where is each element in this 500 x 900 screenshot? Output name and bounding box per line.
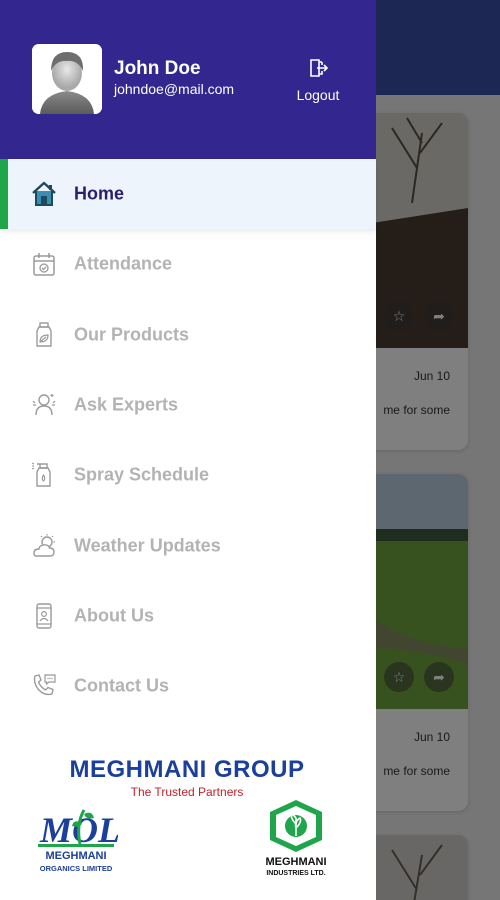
meghmani-industries-logo: MEGHMANI INDUSTRIES LTD. (262, 798, 330, 884)
menu-item-ask-experts[interactable]: Ask Experts (0, 370, 376, 440)
about-device-icon (36, 603, 52, 629)
menu-label: About Us (74, 605, 154, 626)
menu-label: Ask Experts (74, 394, 179, 415)
menu-label: Contact Us (74, 675, 170, 696)
logo-left-name: MEGHMANI (45, 850, 107, 862)
logout-icon (310, 59, 329, 77)
weather-icon (33, 533, 55, 557)
menu-item-weather-updates[interactable]: Weather Updates (0, 510, 376, 580)
logo-right-sub: INDUSTRIES LTD. (266, 870, 326, 877)
home-icon (32, 181, 56, 207)
menu-label: Home (74, 183, 125, 204)
logout-button[interactable]: Logout (286, 58, 350, 103)
menu-item-our-products[interactable]: Our Products (0, 300, 376, 370)
menu-label: Our Products (74, 324, 190, 345)
product-bottle-icon (36, 322, 52, 347)
menu-item-spray-schedule[interactable]: Spray Schedule (0, 440, 376, 510)
drawer-menu: Home Attendance Our Products Ask Experts… (0, 159, 376, 721)
menu-label: Spray Schedule (74, 464, 210, 485)
calendar-check-icon (33, 253, 55, 277)
company-brand: MEGHMANI GROUP The Trusted Partners (62, 756, 312, 799)
menu-label: Weather Updates (74, 535, 221, 556)
menu-item-contact-us[interactable]: Contact Us (0, 651, 376, 721)
user-name: John Doe (114, 58, 201, 79)
avatar[interactable] (32, 44, 102, 114)
user-email: johndoe@mail.com (114, 81, 235, 97)
brand-name: MEGHMANI GROUP (69, 756, 305, 783)
expert-icon (32, 394, 56, 416)
menu-item-attendance[interactable]: Attendance (0, 229, 376, 299)
logo-left-sub: ORGANICS LIMITED (39, 864, 113, 873)
meghmani-organics-logo: MOL MEGHMANI ORGANICS LIMITED (34, 804, 120, 878)
logo-right-name: MEGHMANI (265, 856, 327, 868)
navigation-drawer: John Doe johndoe@mail.com Logout Home At… (0, 0, 376, 900)
phone-chat-icon (33, 674, 56, 696)
brand-tagline: The Trusted Partners (130, 785, 244, 799)
drawer-header: John Doe johndoe@mail.com Logout (0, 0, 376, 159)
logout-label: Logout (296, 87, 340, 103)
menu-item-home[interactable]: Home (0, 159, 376, 230)
menu-item-about-us[interactable]: About Us (0, 581, 376, 651)
menu-label: Attendance (74, 253, 173, 274)
spray-bottle-icon (31, 462, 51, 488)
